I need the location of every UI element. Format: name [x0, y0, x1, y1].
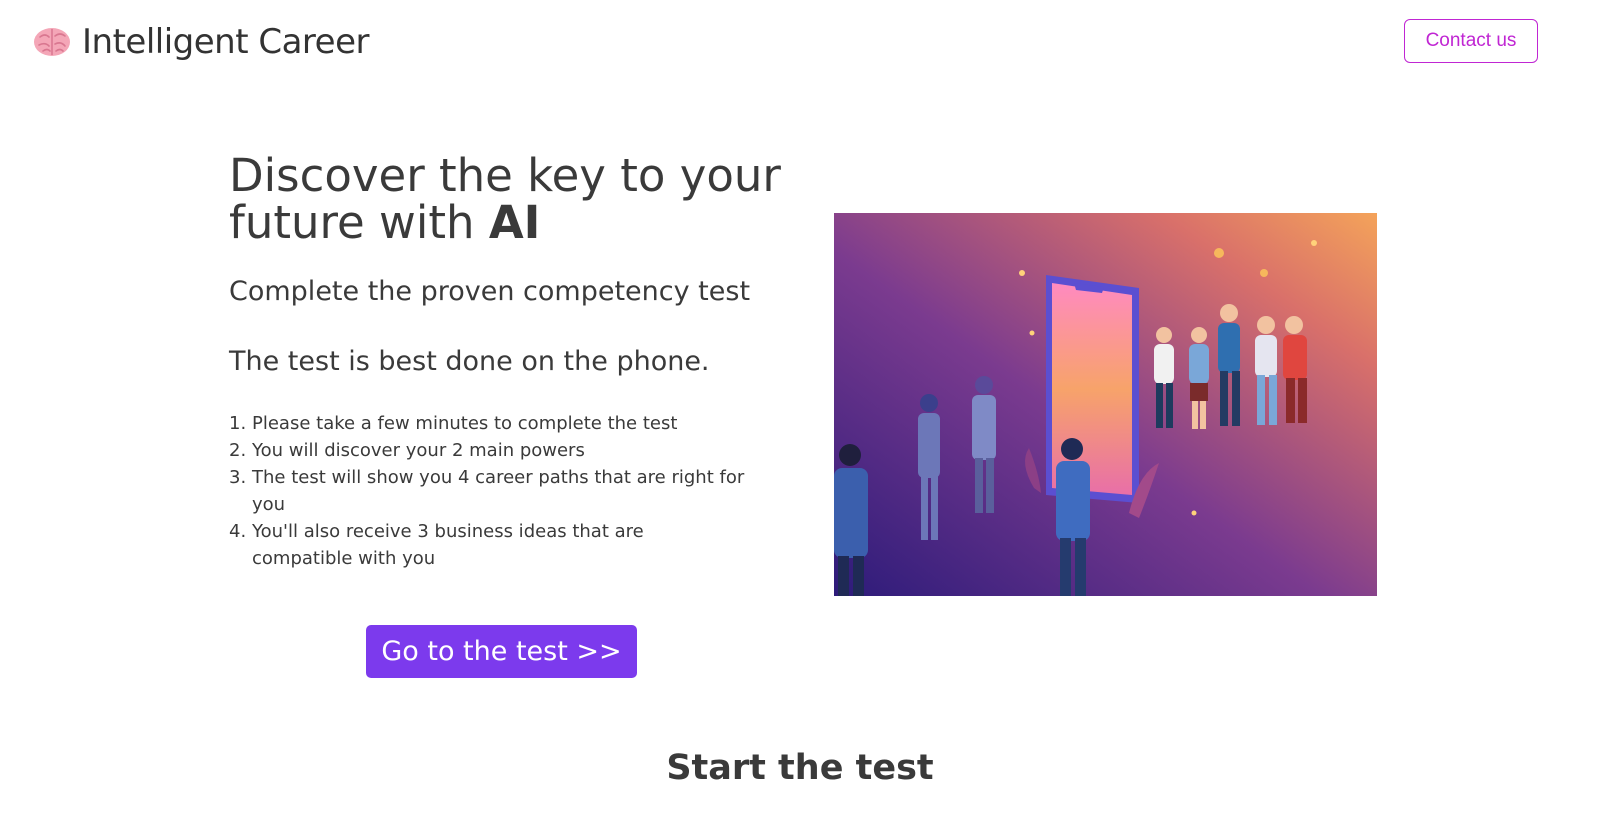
steps-list: 1. Please take a few minutes to complete …	[229, 410, 749, 572]
phone-note: The test is best done on the phone.	[229, 346, 710, 377]
list-item: 2. You will discover your 2 main powers	[229, 440, 585, 461]
brain-icon	[34, 28, 70, 56]
landing-page: Intelligent Career Contact us Discover t…	[0, 0, 1600, 834]
go-to-test-button[interactable]: Go to the test >>	[366, 625, 637, 678]
hero-title-emphasis: AI	[488, 196, 541, 249]
list-item: 4. You'll also receive 3 business ideas t…	[229, 521, 644, 569]
brand-name: Intelligent Career	[82, 22, 369, 62]
contact-button[interactable]: Contact us	[1404, 19, 1538, 63]
start-test-heading: Start the test	[666, 748, 934, 788]
hero-illustration	[834, 213, 1377, 596]
list-item: 1. Please take a few minutes to complete …	[229, 413, 678, 434]
people-with-phone-illustration	[834, 213, 1377, 596]
hero-title: Discover the key to your future with AI	[229, 152, 789, 246]
hero-subtitle: Complete the proven competency test	[229, 276, 751, 307]
brand[interactable]: Intelligent Career	[32, 22, 369, 62]
list-item: 3. The test will show you 4 career paths …	[229, 467, 745, 515]
